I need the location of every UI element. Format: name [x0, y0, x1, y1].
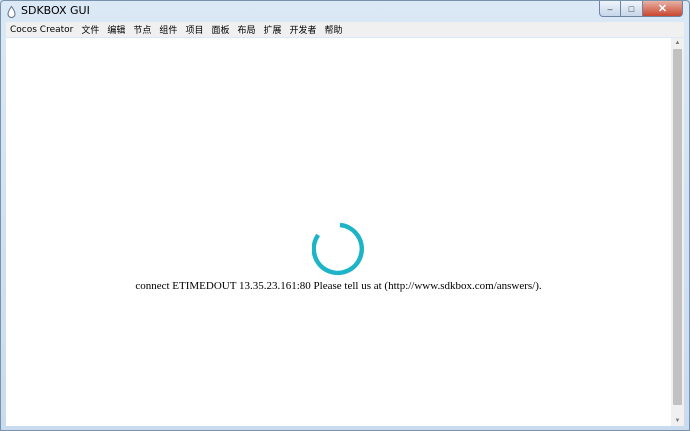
window-title: SDKBOX GUI: [21, 4, 90, 17]
scroll-down-icon[interactable]: ▼: [671, 416, 684, 426]
menu-item-project[interactable]: 项目: [181, 23, 207, 36]
close-button[interactable]: ✕: [643, 1, 683, 17]
menu-item-node[interactable]: 节点: [129, 23, 155, 36]
maximize-button[interactable]: □: [621, 1, 643, 17]
scroll-up-icon[interactable]: ▲: [671, 38, 684, 48]
minimize-button[interactable]: –: [599, 1, 621, 17]
app-drop-icon: [7, 5, 16, 18]
loading-spinner-icon: [311, 221, 368, 277]
window-controls: – □ ✕: [599, 1, 683, 19]
minimize-icon: –: [607, 3, 613, 14]
vertical-scrollbar[interactable]: ▲ ▼: [671, 38, 684, 426]
error-message: connect ETIMEDOUT 13.35.23.161:80 Please…: [135, 280, 542, 292]
maximize-icon: □: [628, 3, 635, 14]
menu-item-panel[interactable]: 面板: [207, 23, 233, 36]
menu-item-developer[interactable]: 开发者: [286, 23, 321, 36]
content-area: connect ETIMEDOUT 13.35.23.161:80 Please…: [6, 38, 671, 426]
menu-item-help[interactable]: 帮助: [321, 23, 347, 36]
close-icon: ✕: [657, 3, 668, 15]
title-bar[interactable]: SDKBOX GUI – □ ✕: [1, 1, 689, 21]
menu-item-layout[interactable]: 布局: [233, 23, 259, 36]
menu-item-extension[interactable]: 扩展: [259, 23, 285, 36]
menu-item-cocos-creator[interactable]: Cocos Creator: [6, 25, 77, 35]
spinner-arc: [311, 222, 364, 276]
menu-item-edit[interactable]: 编辑: [103, 23, 129, 36]
menu-item-component[interactable]: 组件: [155, 23, 181, 36]
scroll-thumb[interactable]: [673, 49, 682, 405]
app-window: SDKBOX GUI – □ ✕ Cocos Creator 文件 编辑 节点 …: [0, 0, 690, 431]
menu-item-file[interactable]: 文件: [77, 23, 103, 36]
menu-bar: Cocos Creator 文件 编辑 节点 组件 项目 面板 布局 扩展 开发…: [6, 22, 684, 37]
